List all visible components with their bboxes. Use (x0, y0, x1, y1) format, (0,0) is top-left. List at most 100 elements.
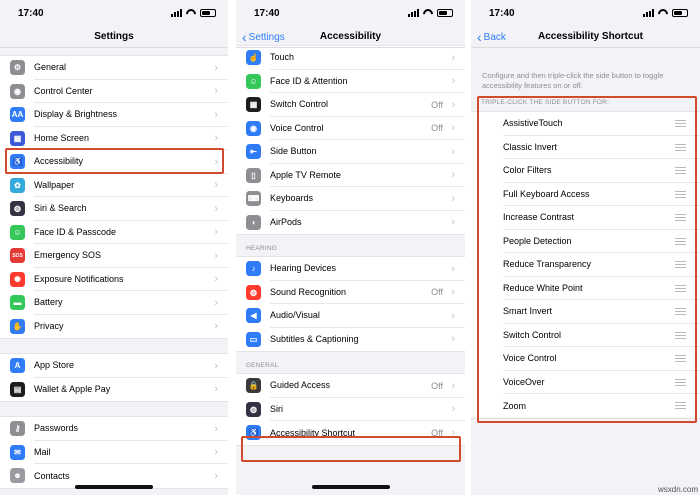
settings-row-exposure-notifications[interactable]: ✺ Exposure Notifications › (0, 268, 228, 291)
settings-row-general[interactable]: ⚙ General › (0, 56, 228, 80)
back-button[interactable]: ‹ Settings (242, 26, 285, 48)
shortcut-item-voiceover[interactable]: VoiceOver (471, 370, 700, 394)
shortcut-item-classic-invert[interactable]: Classic Invert (471, 135, 700, 159)
reorder-handle-icon[interactable] (675, 284, 686, 292)
reorder-handle-icon[interactable] (675, 261, 686, 269)
shortcut-item-voice-control[interactable]: Voice Control (471, 347, 700, 371)
settings-row-face-id-passcode[interactable]: ☺ Face ID & Passcode › (0, 221, 228, 244)
settings-row-wallet-apple-pay[interactable]: ▤ Wallet & Apple Pay › (0, 378, 228, 402)
reorder-handle-icon[interactable] (675, 167, 686, 175)
shortcut-item-color-filters[interactable]: Color Filters (471, 159, 700, 183)
row-label: Apple TV Remote (270, 164, 465, 187)
status-time: 17:40 (489, 7, 515, 19)
shortcut-item-zoom[interactable]: Zoom (471, 394, 700, 418)
side-button-icon: ⇤ (246, 144, 261, 160)
back-button[interactable]: ‹ Back (477, 26, 506, 48)
settings-row-side-button[interactable]: ⇤ Side Button › (236, 140, 465, 164)
siri-icon: ◍ (10, 201, 25, 217)
chevron-right-icon: › (451, 286, 455, 299)
reorder-handle-icon[interactable] (675, 237, 686, 245)
shortcut-item-people-detection[interactable]: People Detection (471, 229, 700, 253)
settings-row-audio-visual[interactable]: ◀ Audio/Visual › (236, 304, 465, 328)
home-indicator[interactable] (75, 485, 153, 489)
settings-group: 🔒 Guided Access Off › ◍ Siri › ♿ Accessibility S… (236, 373, 465, 446)
shortcut-item-reduce-transparency[interactable]: Reduce Transparency (471, 253, 700, 277)
reorder-handle-icon[interactable] (675, 378, 686, 386)
status-time: 17:40 (18, 7, 44, 19)
reorder-handle-icon[interactable] (675, 331, 686, 339)
page-title: Settings (94, 31, 134, 42)
settings-row-siri-search[interactable]: ◍ Siri & Search › (0, 197, 228, 221)
settings-row-home-screen[interactable]: ▦ Home Screen › (0, 127, 228, 150)
settings-row-display-brightness[interactable]: AA Display & Brightness › (0, 103, 228, 127)
key-icon: ⚷ (10, 421, 25, 437)
settings-row-face-id-attention[interactable]: ☺ Face ID & Attention › (236, 70, 465, 93)
subtitles-icon: ▭ (246, 331, 261, 347)
reorder-handle-icon[interactable] (675, 308, 686, 316)
shortcut-item-reduce-white-point[interactable]: Reduce White Point (471, 276, 700, 300)
shortcut-item-full-keyboard-access[interactable]: Full Keyboard Access (471, 182, 700, 206)
settings-row-subtitles-captioning[interactable]: ▭ Subtitles & Captioning › (236, 328, 465, 352)
settings-row-privacy[interactable]: ✋ Privacy › (0, 315, 228, 339)
settings-row-accessibility[interactable]: ♿ Accessibility › (0, 150, 228, 174)
nav-bar: ‹ Settings Accessibility (236, 26, 465, 48)
settings-row-voice-control[interactable]: ◉ Voice Control Off › (236, 117, 465, 140)
settings-row-accessibility-shortcut[interactable]: ♿ Accessibility Shortcut Off › (236, 421, 465, 445)
settings-group: ☝ Touch › ☺ Face ID & Attention › ▦ Switch Cont… (236, 45, 465, 235)
settings-row-hearing-devices[interactable]: ♪ Hearing Devices › (236, 257, 465, 281)
mail-icon: ✉ (10, 444, 25, 460)
chevron-right-icon: › (214, 383, 218, 396)
row-label: Subtitles & Captioning (270, 334, 359, 345)
accessibility-shortcut-screen: 17:40 ‹ Back Accessibility Shortcut Conf… (471, 0, 700, 495)
shortcut-item-increase-contrast[interactable]: Increase Contrast (471, 206, 700, 230)
row-label: Wallet & Apple Pay (34, 384, 111, 395)
row-value: Off (431, 380, 443, 391)
settings-row-switch-control[interactable]: ▦ Switch Control Off › (236, 93, 465, 117)
row-value: Off (431, 123, 443, 134)
settings-row-mail[interactable]: ✉ Mail › (0, 441, 228, 464)
watermark: wsxdn.com (657, 485, 698, 494)
reorder-handle-icon[interactable] (675, 402, 686, 410)
settings-row-passwords[interactable]: ⚷ Passwords › (0, 417, 228, 441)
reorder-handle-icon[interactable] (675, 120, 686, 128)
settings-row-keyboards[interactable]: ⌨ Keyboards › (236, 187, 465, 211)
row-label: Keyboards (270, 187, 465, 211)
cellular-signal-icon (171, 9, 182, 17)
row-label: Face ID & Passcode (34, 221, 228, 244)
shortcut-item-label: Voice Control (503, 347, 700, 371)
settings-row-contacts[interactable]: ☻ Contacts › (0, 464, 228, 488)
settings-row-app-store[interactable]: A App Store › (0, 354, 228, 378)
shortcut-item-switch-control[interactable]: Switch Control (471, 323, 700, 347)
home-indicator[interactable] (311, 485, 390, 489)
settings-row-wallpaper[interactable]: ✿ Wallpaper › (0, 174, 228, 197)
settings-group: ⚙ General › ◉ Control Center › AA Display & Bri… (0, 55, 228, 339)
settings-row-airpods[interactable]: ◖ AirPods › (236, 211, 465, 235)
airpods-icon: ◖ (246, 214, 261, 230)
row-label: Accessibility (34, 150, 228, 174)
sound-recognition-icon: ◍ (246, 284, 261, 300)
settings-row-siri[interactable]: ◍ Siri › (236, 398, 465, 421)
chevron-right-icon: › (451, 145, 455, 158)
settings-row-sound-recognition[interactable]: ◍ Sound Recognition Off › (236, 281, 465, 304)
row-label: Side Button (270, 140, 465, 164)
row-label: Home Screen (34, 127, 228, 150)
row-label: Display & Brightness (34, 103, 228, 127)
settings-row-apple-tv-remote[interactable]: ▯ Apple TV Remote › (236, 164, 465, 187)
shortcut-item-label: Switch Control (503, 324, 700, 347)
row-value: Off (431, 99, 443, 110)
reorder-handle-icon[interactable] (675, 214, 686, 222)
chevron-right-icon: › (451, 51, 455, 64)
settings-row-touch[interactable]: ☝ Touch › (236, 46, 465, 70)
reorder-handle-icon[interactable] (675, 190, 686, 198)
shortcut-item-label: Color Filters (503, 159, 700, 183)
settings-row-control-center[interactable]: ◉ Control Center › (0, 80, 228, 103)
reorder-handle-icon[interactable] (675, 355, 686, 363)
ear-icon: ♪ (246, 261, 261, 277)
shortcut-item-assistivetouch[interactable]: AssistiveTouch (471, 112, 700, 136)
settings-row-emergency-sos[interactable]: SOS Emergency SOS › (0, 244, 228, 268)
settings-row-battery[interactable]: ▬ Battery › (0, 291, 228, 315)
reorder-handle-icon[interactable] (675, 143, 686, 151)
settings-row-guided-access[interactable]: 🔒 Guided Access Off › (236, 374, 465, 398)
shortcut-item-smart-invert[interactable]: Smart Invert (471, 300, 700, 324)
chevron-right-icon: › (214, 202, 218, 215)
